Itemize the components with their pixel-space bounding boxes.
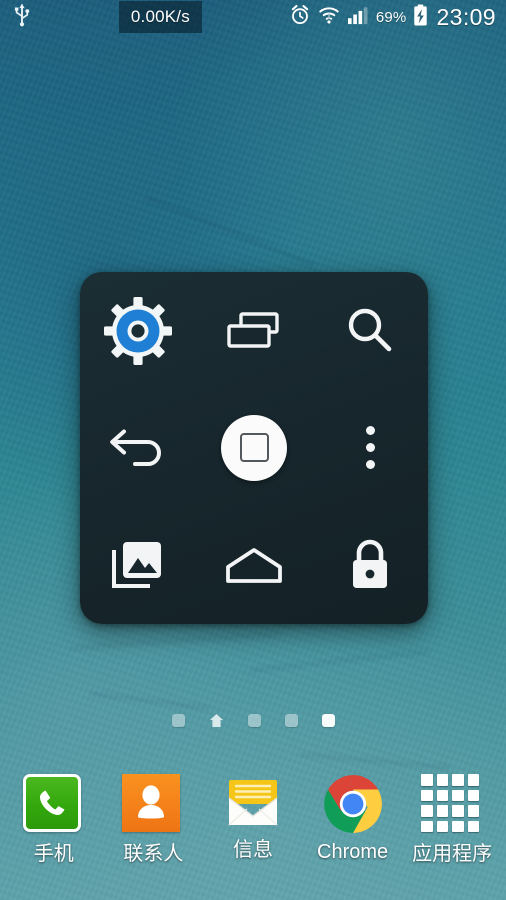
dock-item-chrome[interactable]: Chrome (307, 774, 399, 862)
usb-icon (12, 3, 32, 32)
dock-item-phone[interactable]: 手机 (8, 774, 100, 864)
control-back-button[interactable] (80, 389, 196, 506)
search-icon (343, 304, 397, 358)
control-settings-button[interactable] (80, 272, 196, 389)
control-homescreen-button[interactable] (196, 507, 312, 624)
messaging-icon (223, 774, 283, 832)
page-dot-5-active[interactable] (321, 713, 335, 727)
dock[interactable]: 手机 联系人 信息 Chrome 应用程序 (0, 774, 506, 892)
network-speed-indicator: 0.00K/s (118, 1, 202, 33)
control-recents-button[interactable] (196, 272, 312, 389)
status-bar-center: 0.00K/s (32, 1, 289, 33)
control-gallery-button[interactable] (80, 507, 196, 624)
overflow-menu-icon (365, 426, 375, 470)
status-bar-left (0, 3, 32, 32)
control-more-button[interactable] (312, 389, 428, 506)
status-bar-right: 69% 23:09 (289, 4, 506, 31)
dock-label-contacts: 联系人 (123, 843, 184, 865)
floating-control-panel[interactable] (80, 272, 428, 624)
dock-item-contacts[interactable]: 联系人 (107, 774, 199, 864)
cellular-signal-icon (347, 5, 369, 30)
chrome-icon (323, 774, 383, 834)
dock-label-chrome: Chrome (317, 841, 389, 863)
status-bar[interactable]: 0.00K/s 69% 23:09 (0, 0, 506, 34)
back-arrow-icon (107, 425, 169, 471)
wifi-icon (318, 4, 340, 31)
status-bar-clock: 23:09 (436, 3, 496, 30)
dock-item-messages[interactable]: 信息 (207, 774, 299, 860)
gallery-images-icon (110, 538, 166, 592)
control-home-button[interactable] (196, 389, 312, 506)
dock-label-messages: 信息 (232, 839, 273, 861)
phone-icon (22, 774, 85, 836)
lock-icon (345, 537, 395, 593)
page-dot-4[interactable] (284, 713, 298, 727)
contacts-icon (122, 774, 184, 836)
page-indicator[interactable] (0, 708, 506, 732)
dock-label-appdrawer: 应用程序 (412, 843, 493, 865)
home-circle-icon (221, 414, 287, 481)
settings-gear-icon (101, 294, 175, 368)
app-drawer-icon (421, 774, 483, 836)
page-dot-home-icon[interactable] (209, 713, 224, 728)
home-square-glyph (239, 433, 269, 463)
recent-apps-icon (223, 306, 285, 356)
battery-percent-label: 69% (375, 8, 407, 26)
page-dot-3[interactable] (247, 713, 261, 727)
control-lock-button[interactable] (312, 507, 428, 624)
house-outline-icon (222, 543, 286, 587)
dock-label-phone: 手机 (33, 843, 74, 865)
alarm-clock-icon (289, 4, 311, 31)
page-dot-1[interactable] (171, 713, 185, 727)
dock-item-appdrawer[interactable]: 应用程序 (406, 774, 498, 864)
control-search-button[interactable] (312, 272, 428, 389)
battery-charging-icon (413, 4, 428, 31)
